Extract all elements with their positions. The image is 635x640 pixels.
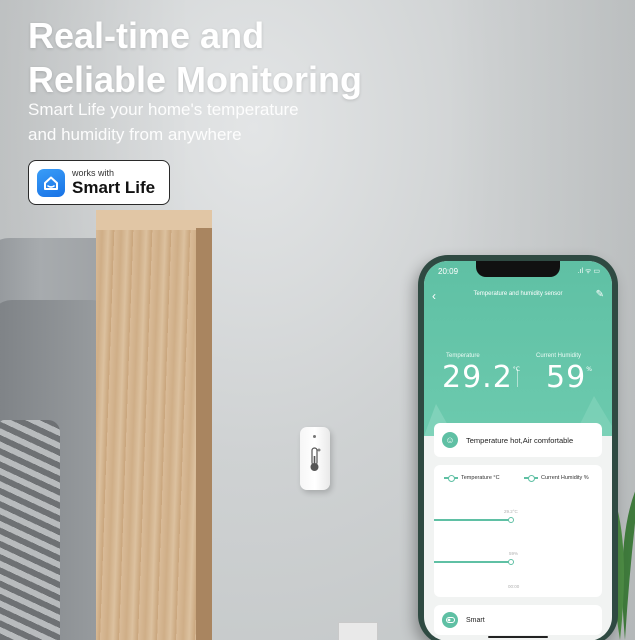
wooden-shelf-side	[196, 228, 212, 640]
legend-marker-icon	[524, 475, 538, 481]
subtitle-line-1: Smart Life your home's temperature	[28, 100, 299, 119]
app-header: 20:09 .ıl ᯤ ▭ ‹ Temperature and humidity…	[424, 261, 612, 436]
headline-line-2: Reliable Monitoring	[28, 59, 363, 100]
wooden-shelf-top	[96, 210, 212, 230]
chart-humidity-value: 59%	[509, 551, 519, 556]
legend-temperature-label: Temperature °C	[461, 475, 500, 481]
product-banner: Real-time and Reliable Monitoring Smart …	[0, 0, 635, 640]
humidity-value: 59	[546, 360, 587, 395]
headline-line-1: Real-time and	[28, 15, 265, 56]
comfort-status-text: Temperature hot,Air comfortable	[466, 435, 574, 445]
temperature-reading: 29.2°C	[442, 360, 520, 395]
temperature-series-line	[434, 519, 509, 521]
legend-marker-icon	[444, 475, 458, 481]
wooden-shelf	[96, 210, 208, 640]
smart-toggle-icon	[442, 612, 458, 628]
badge-brand-text: Smart Life	[72, 178, 156, 197]
legend-temperature[interactable]: Temperature °C	[444, 475, 500, 481]
thermometer-icon	[309, 447, 321, 478]
temperature-label: Temperature	[446, 353, 480, 359]
comfort-status-card[interactable]: ☺ Temperature hot,Air comfortable	[434, 423, 602, 457]
humidity-reading: 59%	[546, 360, 592, 395]
subtitle: Smart Life your home's temperature and h…	[28, 97, 348, 147]
metric-divider	[517, 369, 518, 387]
home-indicator	[488, 635, 548, 638]
wall-outlet	[338, 622, 378, 640]
temperature-value: 29.2	[442, 360, 513, 395]
edit-icon[interactable]: ✎	[596, 289, 604, 300]
phone-notch	[476, 261, 560, 277]
smart-card[interactable]: Smart	[434, 605, 602, 635]
app-screen: 20:09 .ıl ᯤ ▭ ‹ Temperature and humidity…	[424, 261, 612, 640]
humidity-series-line	[434, 561, 509, 563]
chart-temperature-value: 29.2°C	[504, 509, 518, 514]
smartphone: 20:09 .ıl ᯤ ▭ ‹ Temperature and humidity…	[418, 255, 618, 640]
temperature-data-point[interactable]	[508, 516, 514, 523]
humidity-data-point[interactable]	[508, 558, 514, 565]
badge-small-text: works with	[72, 168, 115, 178]
pillow	[0, 420, 60, 640]
humidity-unit: %	[586, 366, 592, 373]
chart-time-label: 00:00	[508, 584, 520, 589]
sensor-indicator-light	[313, 435, 316, 438]
status-time: 20:09	[438, 267, 459, 276]
temperature-humidity-sensor-device	[300, 427, 330, 490]
history-chart-card[interactable]: Temperature °C Current Humidity % 29.2°C…	[434, 465, 602, 597]
smiley-icon: ☺	[442, 432, 458, 448]
smart-life-home-icon	[37, 168, 65, 197]
smart-label: Smart	[466, 616, 485, 624]
humidity-label: Current Humidity	[536, 353, 582, 359]
subtitle-line-2: and humidity from anywhere	[28, 125, 242, 144]
headline: Real-time and Reliable Monitoring	[28, 14, 362, 102]
works-with-smart-life-badge: works with Smart Life	[28, 160, 170, 205]
legend-humidity-label: Current Humidity %	[541, 475, 589, 481]
status-icons: .ıl ᯤ ▭	[577, 268, 600, 275]
legend-humidity[interactable]: Current Humidity %	[524, 475, 589, 481]
screen-title: Temperature and humidity sensor	[473, 291, 563, 297]
